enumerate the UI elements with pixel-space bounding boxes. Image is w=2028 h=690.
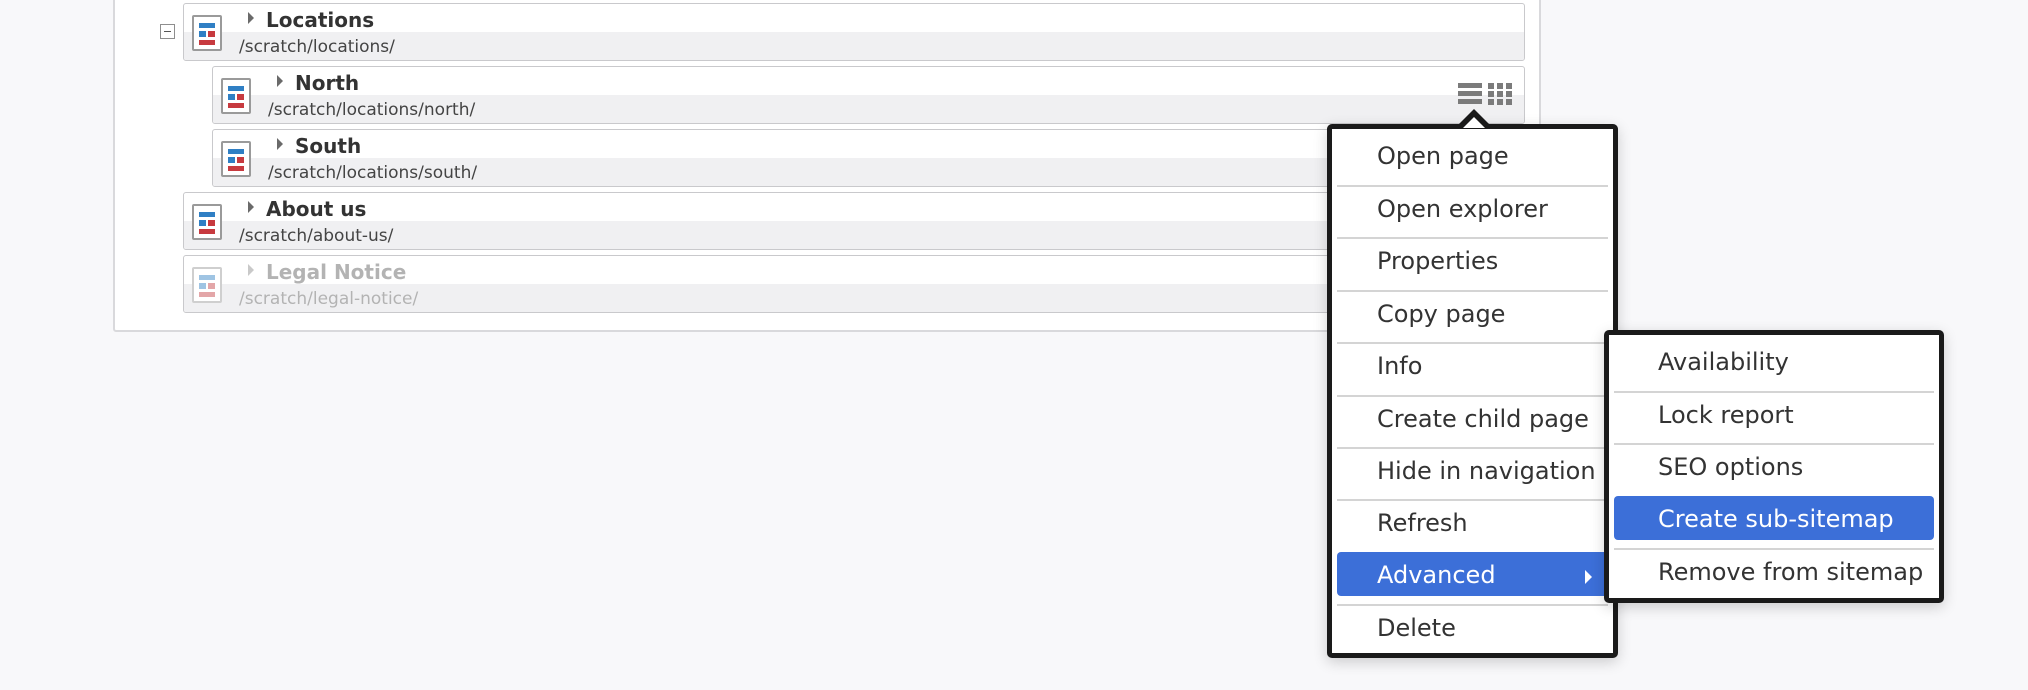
menu-item-label: Advanced: [1377, 561, 1496, 589]
expand-caret-icon[interactable]: [248, 264, 254, 276]
submenu-item-seo-options[interactable]: SEO options: [1614, 443, 1934, 489]
node-path: /scratch/legal-notice/: [239, 289, 419, 309]
advanced-submenu: Availability Lock report SEO options Cre…: [1604, 330, 1944, 603]
node-title: Locations: [266, 8, 375, 32]
chevron-right-icon: [1585, 570, 1592, 584]
menu-item-create-child-page[interactable]: Create child page: [1337, 395, 1608, 441]
node-path: /scratch/about-us/: [239, 226, 394, 246]
expand-caret-icon[interactable]: [277, 75, 283, 87]
submenu-item-lock-report[interactable]: Lock report: [1614, 391, 1934, 437]
menu-item-properties[interactable]: Properties: [1337, 237, 1608, 283]
expand-caret-icon[interactable]: [248, 201, 254, 213]
menu-item-hide-in-navigation[interactable]: Hide in navigation: [1337, 447, 1608, 493]
expand-caret-icon[interactable]: [248, 12, 254, 24]
node-title: Legal Notice: [266, 260, 407, 284]
page-icon: [192, 15, 222, 51]
node-title: About us: [266, 197, 367, 221]
page-icon: [221, 78, 251, 114]
menu-item-advanced[interactable]: Advanced: [1337, 552, 1608, 596]
tree-node-about-us[interactable]: About us /scratch/about-us/: [183, 192, 1525, 250]
tree-node-legal-notice[interactable]: Legal Notice /scratch/legal-notice/: [183, 255, 1525, 313]
menu-item-open-explorer[interactable]: Open explorer: [1337, 185, 1608, 231]
menu-item-delete[interactable]: Delete: [1337, 604, 1608, 650]
tree-node-north[interactable]: North /scratch/locations/north/: [212, 66, 1525, 124]
list-view-icon[interactable]: [1458, 82, 1482, 106]
view-mode-toggle: [1458, 82, 1512, 106]
node-path: /scratch/locations/: [239, 37, 395, 57]
page-icon: [192, 267, 222, 303]
node-path: /scratch/locations/north/: [268, 100, 476, 120]
screen: Locations /scratch/locations/ North /scr…: [0, 0, 2028, 690]
submenu-item-remove-from-sitemap[interactable]: Remove from sitemap: [1614, 548, 1934, 594]
submenu-item-availability[interactable]: Availability: [1614, 339, 1934, 385]
menu-item-refresh[interactable]: Refresh: [1337, 499, 1608, 545]
menu-item-info[interactable]: Info: [1337, 342, 1608, 388]
grid-view-icon[interactable]: [1488, 82, 1512, 106]
page-icon: [192, 204, 222, 240]
context-menu: Open page Open explorer Properties Copy …: [1327, 124, 1618, 658]
page-icon: [221, 141, 251, 177]
menu-item-copy-page[interactable]: Copy page: [1337, 290, 1608, 336]
node-title: South: [295, 134, 362, 158]
node-path: /scratch/locations/south/: [268, 163, 478, 183]
tree-node-locations[interactable]: Locations /scratch/locations/: [183, 3, 1525, 61]
collapse-toggle-icon[interactable]: [160, 24, 175, 39]
menu-item-open-page[interactable]: Open page: [1337, 133, 1608, 179]
menu-pointer-fill: [1463, 117, 1485, 128]
expand-caret-icon[interactable]: [277, 138, 283, 150]
submenu-item-create-sub-sitemap[interactable]: Create sub-sitemap: [1614, 496, 1934, 540]
node-title: North: [295, 71, 360, 95]
